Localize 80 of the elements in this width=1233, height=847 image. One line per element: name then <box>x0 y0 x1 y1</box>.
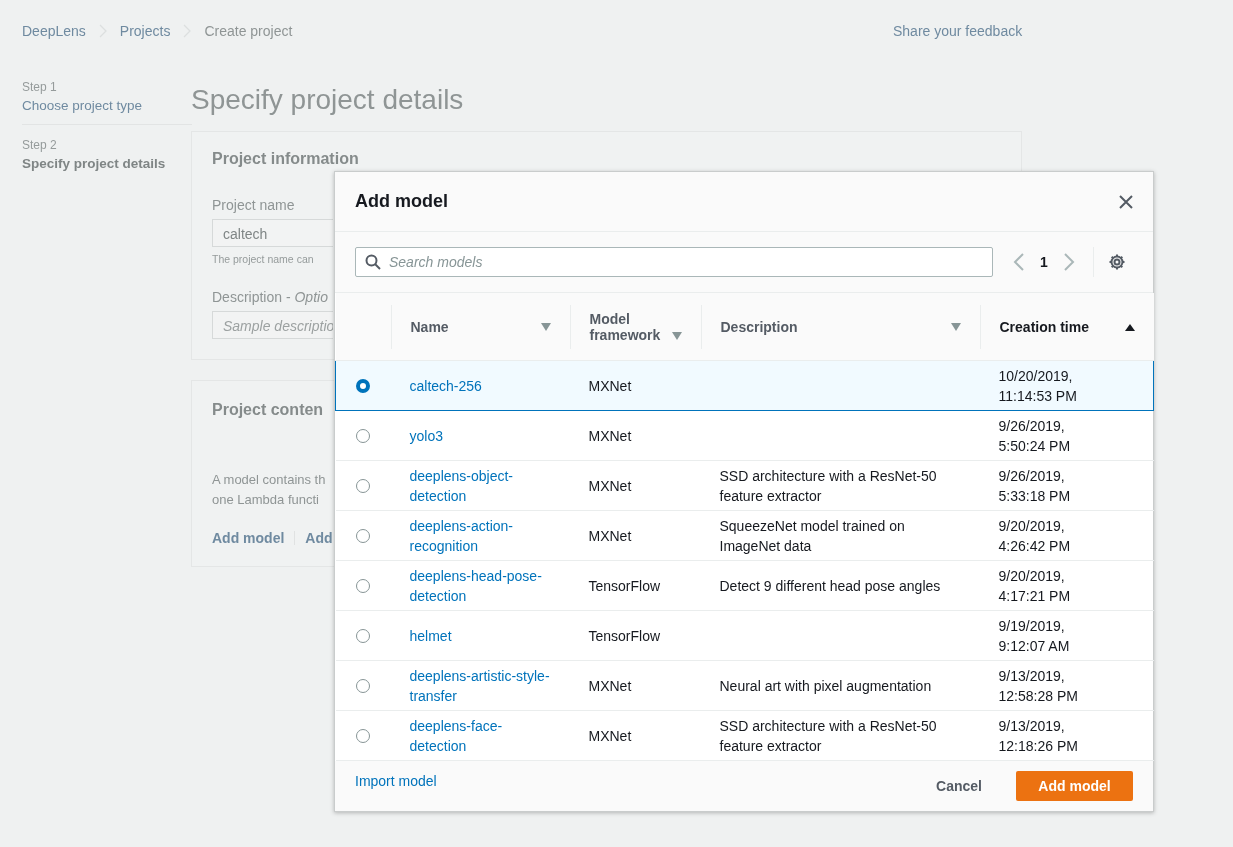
step-link[interactable]: Choose project type <box>22 98 143 113</box>
radio-button[interactable] <box>355 528 370 543</box>
field-label: Project name <box>212 197 295 213</box>
sort-icon[interactable] <box>539 322 552 331</box>
table-cell: SSD architecture with a ResNet-50 feature extractor <box>719 467 937 504</box>
add-model-button[interactable]: Add model <box>1016 771 1133 801</box>
column-header[interactable]: Creation time <box>999 318 1089 335</box>
column-header[interactable]: Description <box>720 318 798 335</box>
radio-button[interactable] <box>355 728 370 743</box>
table-row[interactable]: deeplens-action-recognition MXNet SqueezeNet model trained on ImageNet data 9/20/2019, 4:26:42 PM <box>335 510 1154 561</box>
step-number: Step 2 <box>22 138 57 152</box>
radio-button[interactable] <box>355 428 370 443</box>
current-step: Specify project details <box>22 156 166 171</box>
table-row[interactable]: helmet TensorFlow 9/19/2019, 9:12:07 AM <box>335 610 1154 661</box>
column-header[interactable]: Name <box>410 318 449 335</box>
radio-button[interactable] <box>355 678 370 693</box>
table-cell: TensorFlow <box>588 627 661 644</box>
cancel-button[interactable]: Cancel <box>916 771 1002 801</box>
table-cell: MXNet <box>588 477 632 494</box>
table-cell: MXNet <box>588 377 632 394</box>
input-field[interactable]: caltech <box>212 219 333 247</box>
table-cell-text: 9/26/2019, 5:33:18 PM <box>998 466 1072 506</box>
table-cell: TensorFlow <box>588 577 661 594</box>
table-row[interactable]: deeplens-head-pose-detection TensorFlow Detect 9 different head pose angles 9/20/2019, 4:17:21 PM <box>335 560 1154 611</box>
page-number[interactable]: 1 <box>1039 254 1049 270</box>
selected-row[interactable]: caltech-256 MXNet 10/20/2019, 11:14:53 PM <box>335 360 1154 411</box>
radio-button[interactable] <box>355 628 370 643</box>
table-row[interactable]: deeplens-face-detection MXNet SSD architecture with a ResNet-50 feature extractor 9/13/2019, 12:18:26 PM <box>335 710 1154 761</box>
table-row[interactable]: deeplens-object-detection MXNet SSD architecture with a ResNet-50 feature extractor 9/26/2019, 5:33:18 PM <box>335 460 1154 511</box>
description-text: A model contains th one Lambda functi <box>212 471 326 509</box>
field-label: Description - Optio <box>212 289 328 305</box>
model-name-link[interactable]: deeplens-head-pose-detection <box>409 565 552 606</box>
table-cell: Neural art with pixel augmentation <box>719 677 932 694</box>
model-name-link[interactable]: yolo3 <box>409 425 552 446</box>
table-cell-text: 10/20/2019, 11:14:53 PM <box>998 366 1078 406</box>
import-model-link[interactable]: Import model <box>355 773 437 789</box>
link[interactable]: Add <box>305 530 333 546</box>
feedback-link[interactable]: Share your feedback <box>893 23 1023 39</box>
table-cell-text: 9/20/2019, 4:17:21 PM <box>998 566 1072 606</box>
table-cell: MXNet <box>588 677 632 694</box>
dialog-title: Add model <box>355 191 448 212</box>
breadcrumb-current: Create project <box>204 23 293 39</box>
radio-button[interactable] <box>355 478 370 493</box>
search-icon <box>365 254 381 270</box>
table-cell: MXNet <box>588 527 632 544</box>
sort-icon[interactable] <box>949 322 962 331</box>
sort-icon[interactable] <box>670 331 683 340</box>
model-name-link[interactable]: deeplens-object-detection <box>409 465 552 506</box>
card-title: Project conten <box>212 401 324 419</box>
step-number: Step 1 <box>22 80 57 94</box>
table-cell-text: 9/13/2019, 12:58:28 PM <box>998 666 1079 706</box>
model-name-link[interactable]: deeplens-action-recognition <box>409 515 552 556</box>
table-cell-text: 9/26/2019, 5:50:24 PM <box>998 416 1072 456</box>
model-name-link[interactable]: deeplens-face-detection <box>409 715 552 756</box>
model-name-link[interactable]: deeplens-artistic-style-transfer <box>409 665 552 706</box>
close-icon[interactable] <box>1119 194 1133 209</box>
table-row[interactable]: yolo3 MXNet 9/26/2019, 5:50:24 PM <box>335 410 1154 461</box>
sort-ascending-icon[interactable] <box>1123 322 1136 331</box>
radio-button[interactable] <box>355 578 370 593</box>
table-cell: SSD architecture with a ResNet-50 feature extractor <box>719 717 937 754</box>
table-cell-text: 9/13/2019, 12:18:26 PM <box>998 716 1079 756</box>
link[interactable]: Add model <box>212 530 285 546</box>
page-title: Specify project details <box>191 84 464 116</box>
card-title: Project information <box>212 150 359 168</box>
next-page-icon[interactable] <box>1063 253 1075 271</box>
radio-button[interactable] <box>356 378 370 393</box>
table-cell: Detect 9 different head pose angles <box>719 577 941 594</box>
table-cell: SqueezeNet model trained on ImageNet data <box>719 517 905 554</box>
table-cell-text: 9/20/2019, 4:26:42 PM <box>998 516 1072 556</box>
model-name-link[interactable]: helmet <box>409 625 552 646</box>
settings-icon[interactable] <box>1108 253 1126 271</box>
hint-text: The project name can <box>212 253 314 265</box>
table-cell: MXNet <box>588 427 632 444</box>
table-cell: MXNet <box>588 727 632 744</box>
table-cell-text: 9/19/2019, 9:12:07 AM <box>998 616 1071 656</box>
breadcrumb-link[interactable]: Projects <box>119 23 171 39</box>
breadcrumb-link[interactable]: DeepLens <box>22 23 86 39</box>
previous-page-icon[interactable] <box>1013 253 1025 271</box>
table-row[interactable]: deeplens-artistic-style-transfer MXNet Neural art with pixel augmentation 9/13/2019, 12:58:28 PM <box>335 660 1154 711</box>
search-field[interactable]: Search models <box>355 247 993 277</box>
